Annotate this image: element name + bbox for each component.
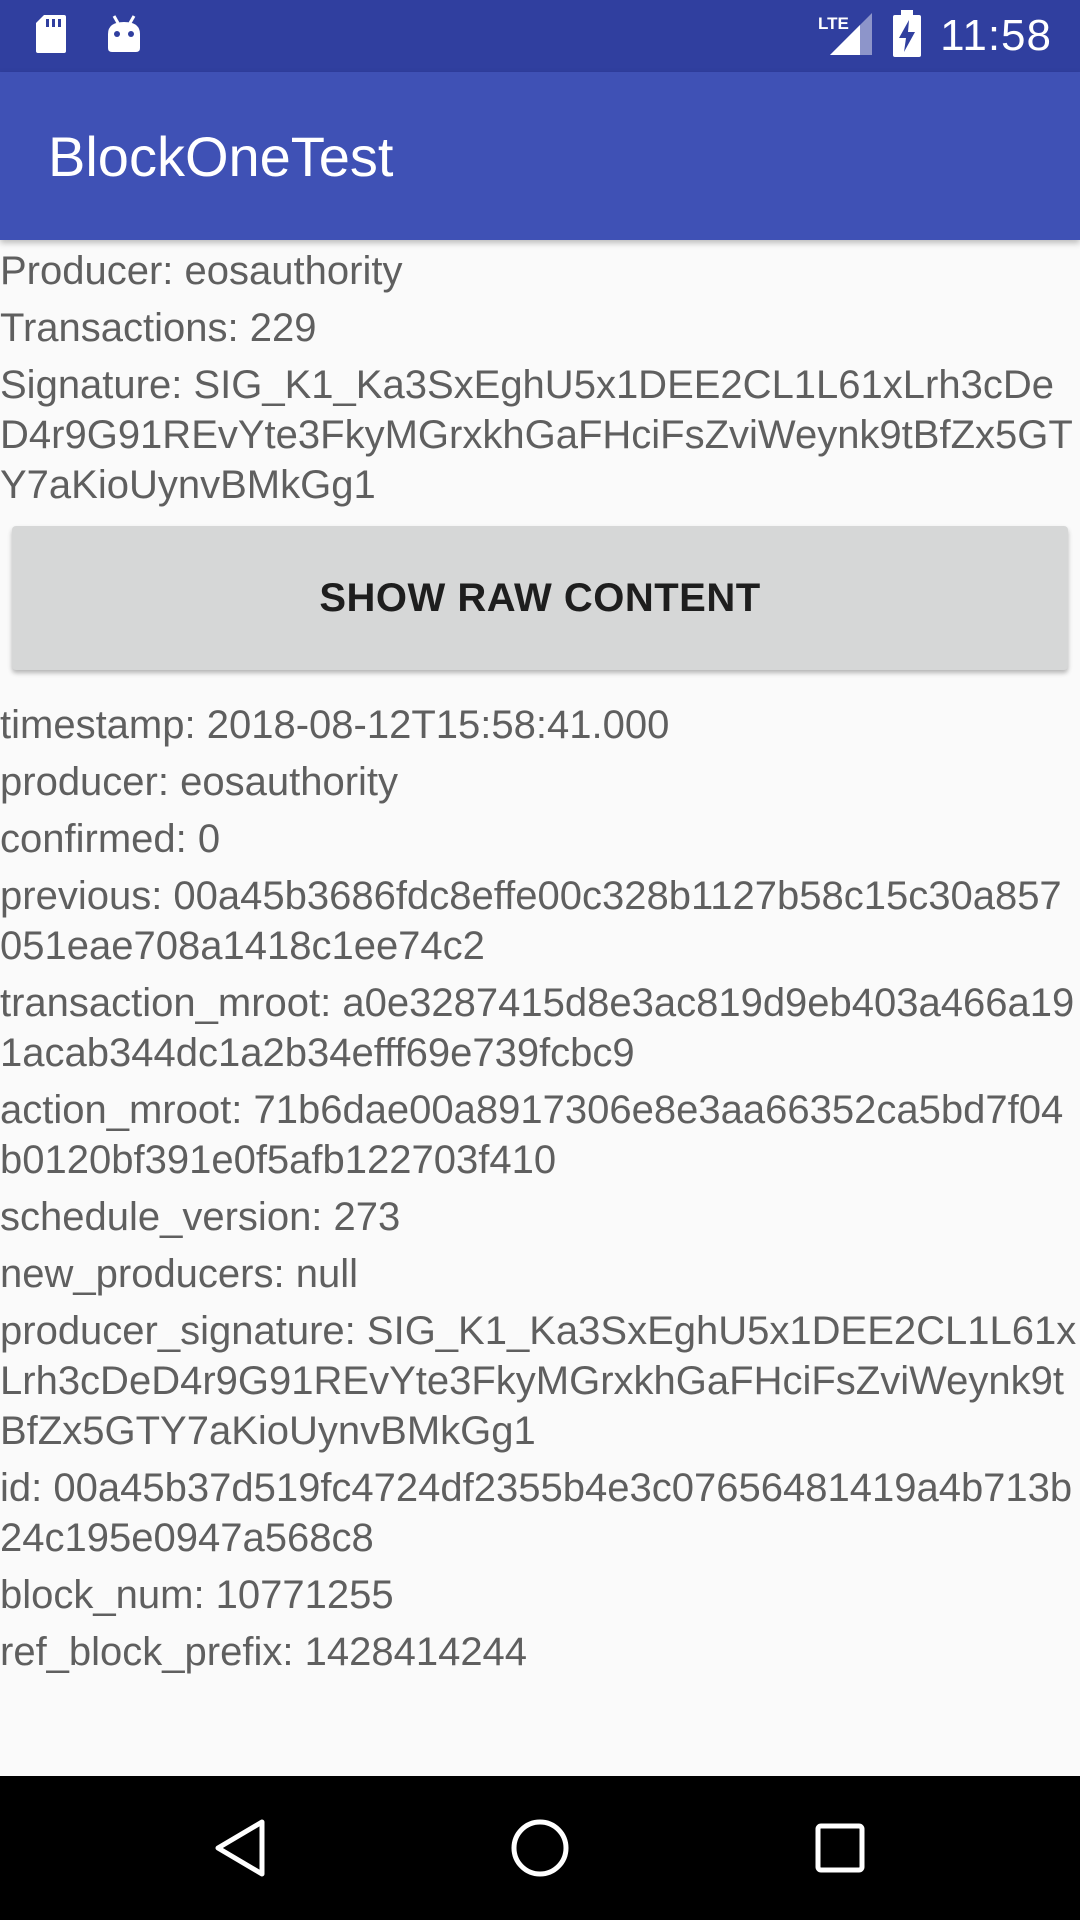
raw-schedule-version: schedule_version: 273 — [0, 1195, 401, 1239]
raw-block-num: block_num: 10771255 — [0, 1573, 394, 1617]
raw-producer-signature: producer_signature: SIG_K1_Ka3SxEghU5x1D… — [0, 1309, 1077, 1453]
android-debug-icon — [106, 14, 142, 59]
raw-ref-block-prefix: ref_block_prefix: 1428414244 — [0, 1630, 528, 1674]
lte-signal-icon: LTE — [816, 11, 874, 62]
sd-card-icon — [34, 13, 68, 60]
block-summary: Producer: eosauthority Transactions: 229… — [0, 246, 1080, 510]
raw-transaction-mroot: transaction_mroot: a0e3287415d8e3ac819d9… — [0, 981, 1075, 1075]
raw-id: id: 00a45b37d519fc4724df2355b4e3c0765648… — [0, 1466, 1073, 1560]
battery-charging-icon — [892, 9, 922, 63]
recents-icon[interactable] — [804, 1812, 876, 1884]
raw-new-producers: new_producers: null — [0, 1252, 358, 1296]
status-right-icons: LTE 11:58 — [816, 9, 1052, 63]
navigation-bar — [0, 1776, 1080, 1920]
raw-content-list: timestamp: 2018-08-12T15:58:41.000 produ… — [0, 700, 1080, 1677]
status-time: 11:58 — [940, 11, 1052, 60]
status-bar: LTE 11:58 — [0, 0, 1080, 72]
app-title: BlockOneTest — [48, 125, 394, 188]
raw-producer: producer: eosauthority — [0, 760, 399, 804]
svg-text:LTE: LTE — [818, 14, 849, 33]
raw-confirmed: confirmed: 0 — [0, 817, 221, 861]
device-screen: LTE 11:58 BlockOneTest Producer: eosauth… — [0, 0, 1080, 1920]
raw-previous: previous: 00a45b3686fdc8effe00c328b1127b… — [0, 874, 1062, 968]
back-icon[interactable] — [204, 1812, 276, 1884]
status-left-icons — [34, 14, 142, 58]
transactions-text: Transactions: 229 — [0, 306, 317, 350]
home-icon[interactable] — [504, 1812, 576, 1884]
raw-action-mroot: action_mroot: 71b6dae00a8917306e8e3aa663… — [0, 1088, 1064, 1182]
app-bar: BlockOneTest — [0, 72, 1080, 240]
signature-text: Signature: SIG_K1_Ka3SxEghU5x1DEE2CL1L61… — [0, 363, 1073, 507]
block-details: Producer: eosauthority Transactions: 229… — [0, 240, 1080, 1684]
producer-text: Producer: eosauthority — [0, 249, 403, 293]
show-raw-content-button[interactable]: SHOW RAW CONTENT — [12, 526, 1068, 670]
raw-timestamp: timestamp: 2018-08-12T15:58:41.000 — [0, 703, 670, 747]
